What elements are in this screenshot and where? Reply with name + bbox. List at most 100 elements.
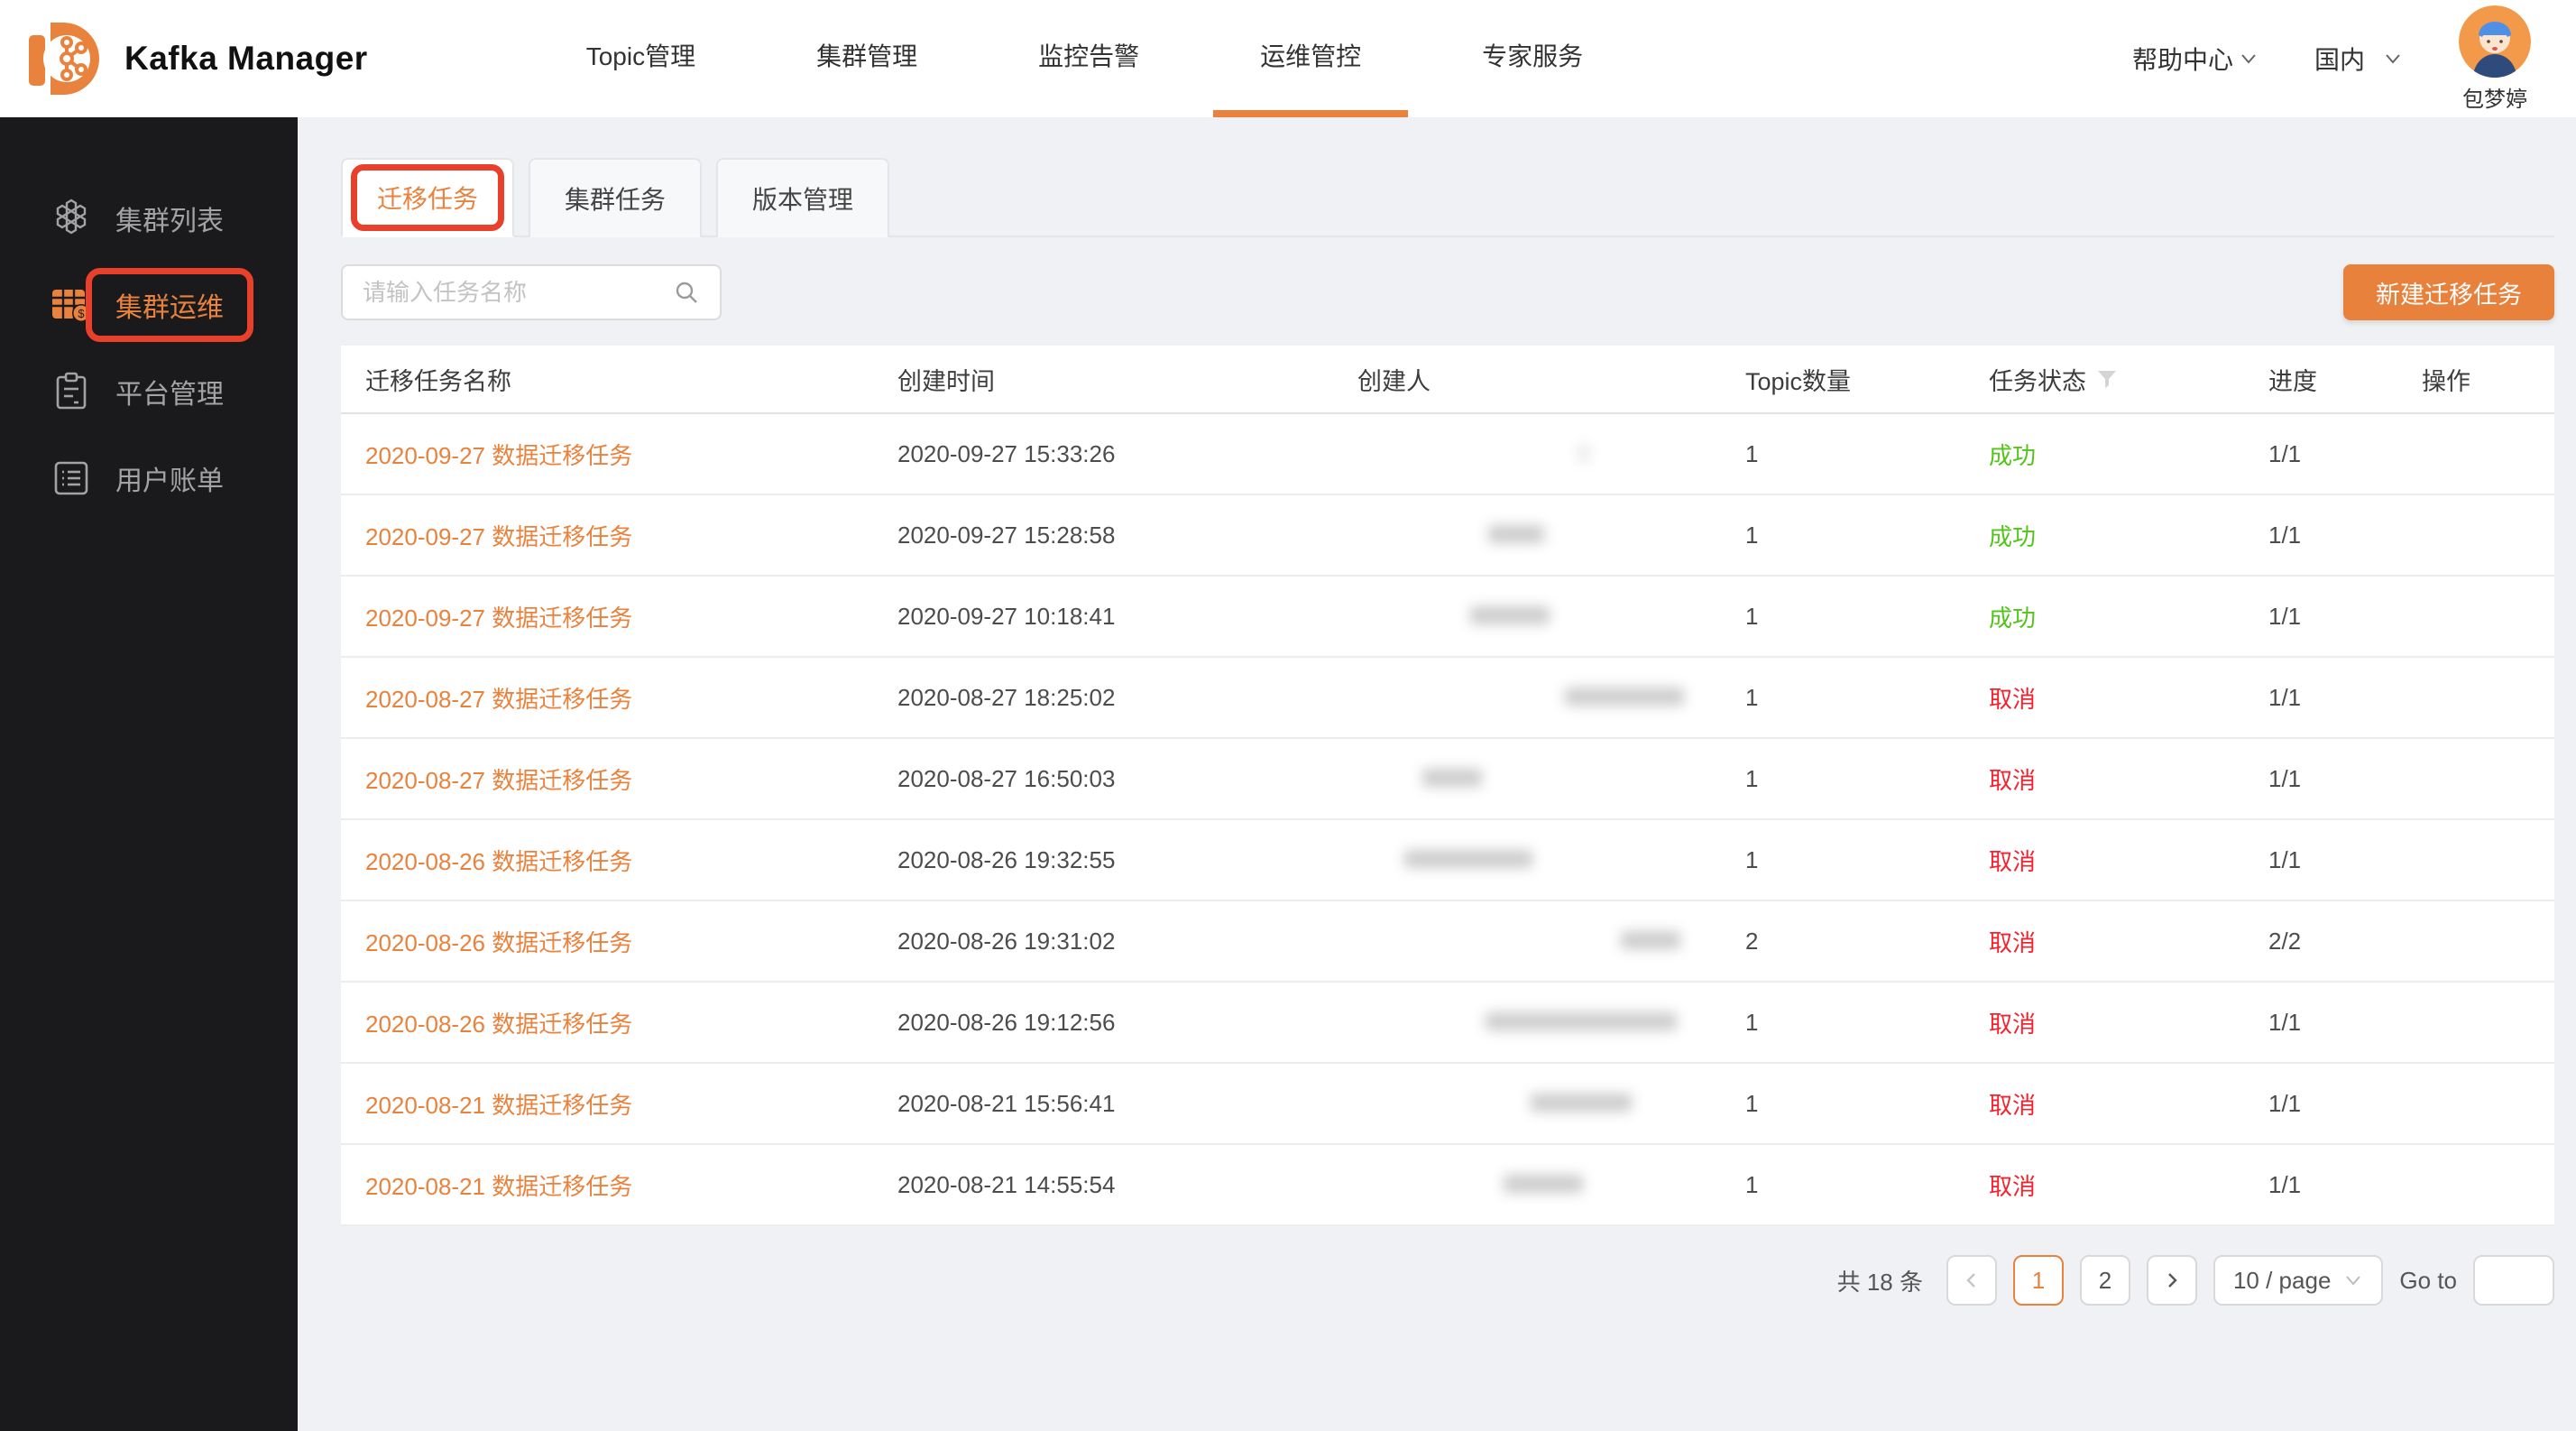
creator-cell [1357, 1090, 1745, 1118]
task-name-link[interactable]: 2020-09-27 数据迁移任务 [365, 442, 632, 469]
user-menu[interactable]: 包梦婷 [2459, 5, 2531, 113]
pagination-total: 共 18 条 [1837, 1264, 1923, 1297]
user-name: 包梦婷 [2462, 81, 2527, 113]
created-time: 2020-08-27 18:25:02 [897, 684, 1357, 712]
tab-migration-tasks[interactable]: 迁移任务 [341, 158, 514, 237]
tab-version-management[interactable]: 版本管理 [716, 158, 889, 237]
page-button-1[interactable]: 1 [2013, 1255, 2064, 1306]
status-badge: 取消 [1989, 762, 2268, 796]
creator-cell [1357, 928, 1745, 956]
topic-count: 1 [1745, 765, 1989, 793]
creator-cell [1357, 522, 1745, 549]
nav-item-cluster[interactable]: 集群管理 [769, 0, 964, 117]
status-badge: 取消 [1989, 1006, 2268, 1039]
chevron-right-icon [2163, 1271, 2181, 1289]
nav-item-ops[interactable]: 运维管控 [1213, 0, 1408, 117]
col-ops: 操作 [2422, 362, 2554, 397]
table-row: 2020-08-27 数据迁移任务 2020-08-27 18:25:02 1 … [341, 658, 2554, 739]
annotation-box-tab: 迁移任务 [351, 164, 504, 231]
task-name-link[interactable]: 2020-08-26 数据迁移任务 [365, 848, 632, 875]
task-name-link[interactable]: 2020-09-27 数据迁移任务 [365, 523, 632, 550]
main-content: 迁移任务 集群任务 版本管理 新建迁移任务 迁移任务名称 创建时间 [298, 117, 2576, 1431]
help-center-dropdown[interactable]: 帮助中心 [2132, 41, 2259, 77]
table-row: 2020-08-26 数据迁移任务 2020-08-26 19:12:56 1 … [341, 983, 2554, 1064]
redacted-creator [1504, 1175, 1583, 1193]
topic-count: 1 [1745, 846, 1989, 874]
task-name-link[interactable]: 2020-08-27 数据迁移任务 [365, 767, 632, 794]
redacted-creator [1565, 688, 1684, 706]
table-body: 2020-09-27 数据迁移任务 2020-09-27 15:33:26 1 … [341, 414, 2554, 1226]
created-time: 2020-08-26 19:31:02 [897, 928, 1357, 956]
chevron-down-icon [2383, 49, 2403, 69]
task-search-box [341, 264, 722, 320]
sidebar-item-platform[interactable]: 平台管理 [0, 348, 298, 435]
task-name-link[interactable]: 2020-08-26 数据迁移任务 [365, 929, 632, 956]
table-row: 2020-08-26 数据迁移任务 2020-08-26 19:31:02 2 … [341, 901, 2554, 983]
progress-value: 1/1 [2268, 684, 2422, 712]
topic-count: 1 [1745, 1090, 1989, 1118]
sidebar-item-cluster-ops[interactable]: $ 集群运维 [0, 262, 298, 348]
creator-cell [1357, 1171, 1745, 1199]
creator-cell [1357, 440, 1745, 468]
col-created: 创建时间 [897, 362, 1357, 397]
svg-text:$: $ [78, 307, 85, 320]
status-badge: 成功 [1989, 600, 2268, 633]
filter-icon[interactable] [2095, 367, 2119, 391]
task-name-link[interactable]: 2020-08-21 数据迁移任务 [365, 1173, 632, 1200]
progress-value: 1/1 [2268, 1090, 2422, 1118]
table-row: 2020-08-21 数据迁移任务 2020-08-21 15:56:41 1 … [341, 1064, 2554, 1145]
top-nav: Topic管理 集群管理 监控告警 运维管控 专家服务 [539, 0, 1657, 117]
sidebar-item-user-bill[interactable]: 用户账单 [0, 435, 298, 522]
col-task-name: 迁移任务名称 [365, 362, 897, 397]
search-icon[interactable] [673, 279, 700, 306]
clipboard-icon [51, 371, 92, 412]
topic-count: 1 [1745, 684, 1989, 712]
avatar[interactable] [2459, 5, 2531, 78]
app-title: Kafka Manager [124, 40, 368, 78]
table-row: 2020-08-27 数据迁移任务 2020-08-27 16:50:03 1 … [341, 739, 2554, 820]
chevron-left-icon [1963, 1271, 1981, 1289]
nav-item-topic[interactable]: Topic管理 [539, 0, 742, 117]
redacted-creator [1470, 606, 1550, 624]
sidebar-item-cluster-list[interactable]: 集群列表 [0, 175, 298, 262]
progress-value: 1/1 [2268, 522, 2422, 549]
created-time: 2020-08-26 19:32:55 [897, 846, 1357, 874]
next-page-button[interactable] [2147, 1255, 2197, 1306]
prev-page-button[interactable] [1946, 1255, 1997, 1306]
progress-value: 1/1 [2268, 440, 2422, 468]
creator-cell [1357, 846, 1745, 874]
redacted-creator [1486, 1012, 1677, 1030]
tab-cluster-tasks[interactable]: 集群任务 [529, 158, 702, 237]
status-badge: 成功 [1989, 438, 2268, 471]
chevron-down-icon [2239, 49, 2259, 69]
redacted-creator [1578, 444, 1589, 462]
nav-item-monitor[interactable]: 监控告警 [991, 0, 1186, 117]
topic-count: 1 [1745, 1009, 1989, 1037]
task-name-link[interactable]: 2020-08-27 数据迁移任务 [365, 686, 632, 713]
page-button-2[interactable]: 2 [2080, 1255, 2130, 1306]
col-topic-count: Topic数量 [1745, 362, 1989, 397]
progress-value: 1/1 [2268, 1009, 2422, 1037]
nav-item-expert[interactable]: 专家服务 [1435, 0, 1630, 117]
page-size-select[interactable]: 10 / page [2213, 1255, 2383, 1306]
status-badge: 取消 [1989, 1168, 2268, 1202]
task-name-link[interactable]: 2020-09-27 数据迁移任务 [365, 605, 632, 632]
task-name-link[interactable]: 2020-08-26 数据迁移任务 [365, 1011, 632, 1038]
migration-task-table: 迁移任务名称 创建时间 创建人 Topic数量 任务状态 进度 操作 2020-… [341, 346, 2554, 1226]
goto-label: Go to [2399, 1267, 2457, 1295]
creator-cell [1357, 765, 1745, 793]
topic-count: 1 [1745, 522, 1989, 549]
sidebar: 集群列表 $ 集群运维 [0, 117, 298, 1431]
search-input[interactable] [363, 279, 673, 307]
region-dropdown[interactable]: 国内 [2314, 41, 2403, 77]
task-name-link[interactable]: 2020-08-21 数据迁移任务 [365, 1092, 632, 1119]
page-jump-input[interactable] [2473, 1255, 2554, 1306]
app-logo-icon [22, 17, 105, 100]
hexagon-cluster-icon [51, 198, 92, 239]
status-badge: 取消 [1989, 844, 2268, 877]
created-time: 2020-08-21 15:56:41 [897, 1090, 1357, 1118]
progress-value: 2/2 [2268, 928, 2422, 956]
col-progress: 进度 [2268, 362, 2422, 397]
create-migration-task-button[interactable]: 新建迁移任务 [2343, 264, 2554, 320]
col-status: 任务状态 [1989, 362, 2268, 397]
